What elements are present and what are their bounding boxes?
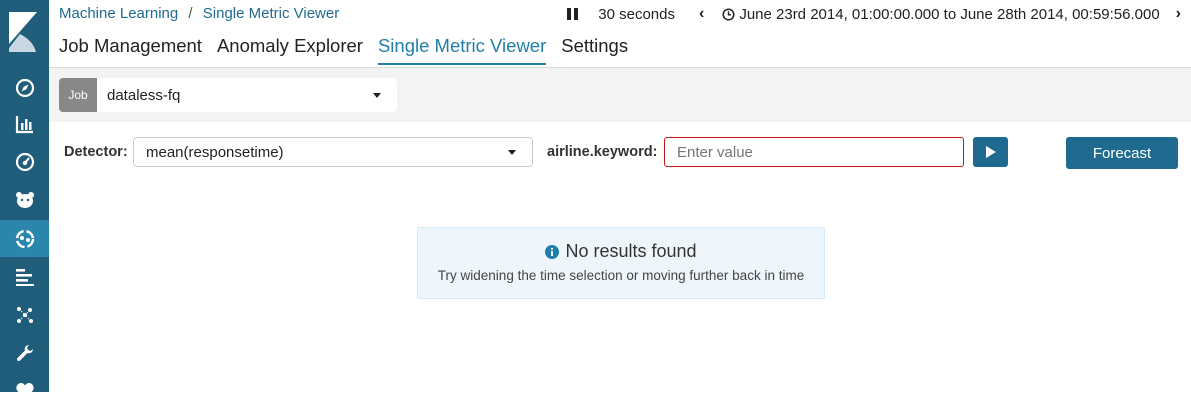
caret-down-icon bbox=[508, 149, 516, 155]
sidebar-item-dashboard[interactable] bbox=[0, 143, 49, 180]
breadcrumb-separator: / bbox=[188, 5, 193, 22]
graph-icon bbox=[16, 306, 33, 323]
job-selected-value: dataless-fq bbox=[107, 86, 181, 104]
detector-label: Detector: bbox=[64, 144, 128, 160]
sidebar-item-visualize[interactable] bbox=[0, 105, 49, 142]
side-navigation bbox=[0, 0, 49, 399]
sidebar-item-monitoring[interactable] bbox=[0, 372, 49, 409]
kibana-logo[interactable] bbox=[0, 0, 49, 68]
job-tag: Job bbox=[59, 78, 97, 112]
no-results-title-row: No results found bbox=[418, 241, 824, 262]
pause-icon[interactable] bbox=[567, 8, 579, 20]
tab-anomaly-explorer[interactable]: Anomaly Explorer bbox=[217, 34, 363, 65]
tab-settings[interactable]: Settings bbox=[561, 34, 628, 65]
apm-icon bbox=[15, 268, 34, 286]
time-range[interactable]: June 23rd 2014, 01:00:00.000 to June 28t… bbox=[739, 6, 1159, 23]
machine-learning-icon bbox=[15, 229, 34, 248]
refresh-interval[interactable]: 30 seconds bbox=[598, 6, 675, 23]
time-picker-bar: 30 seconds ‹ June 23rd 2014, 01:00:00.00… bbox=[567, 4, 1191, 24]
bear-icon bbox=[15, 191, 34, 208]
heartbeat-icon bbox=[15, 382, 34, 399]
top-header: Machine Learning / Single Metric Viewer … bbox=[49, 0, 1191, 68]
kibana-logo-icon bbox=[9, 12, 37, 52]
breadcrumb-link-machine-learning[interactable]: Machine Learning bbox=[59, 5, 178, 22]
entity-value-input[interactable] bbox=[664, 137, 964, 167]
sidebar-item-apm[interactable] bbox=[0, 258, 49, 295]
chevron-left-icon[interactable]: ‹ bbox=[699, 5, 704, 23]
caret-down-icon bbox=[373, 92, 381, 98]
breadcrumb-current[interactable]: Single Metric Viewer bbox=[203, 5, 339, 22]
sidebar-item-discover[interactable] bbox=[0, 69, 49, 106]
bar-chart-icon bbox=[15, 115, 33, 133]
breadcrumb: Machine Learning / Single Metric Viewer bbox=[59, 5, 339, 22]
detector-select[interactable]: mean(responsetime) bbox=[133, 137, 533, 167]
sidebar-item-machine-learning[interactable] bbox=[0, 220, 49, 257]
no-results-title: No results found bbox=[565, 241, 697, 261]
no-results-callout: No results found Try widening the time s… bbox=[417, 227, 825, 299]
play-icon bbox=[986, 146, 996, 158]
apply-button[interactable] bbox=[973, 137, 1008, 167]
tab-bar: Job Management Anomaly Explorer Single M… bbox=[59, 34, 643, 66]
gauge-icon bbox=[15, 152, 34, 171]
no-results-message: Try widening the time selection or movin… bbox=[437, 268, 805, 283]
sidebar-item-dev-tools[interactable] bbox=[0, 334, 49, 371]
entity-label: airline.keyword: bbox=[547, 144, 658, 160]
forecast-button[interactable]: Forecast bbox=[1066, 137, 1178, 169]
job-selection-bar: Job dataless-fq bbox=[49, 68, 1191, 122]
clock-icon bbox=[722, 7, 735, 21]
job-selector[interactable]: Job dataless-fq bbox=[59, 78, 397, 112]
controls-row: Detector: mean(responsetime) airline.key… bbox=[49, 136, 1191, 169]
info-icon bbox=[545, 244, 560, 259]
chevron-right-icon[interactable]: › bbox=[1176, 5, 1181, 23]
detector-value: mean(responsetime) bbox=[146, 143, 284, 161]
compass-icon bbox=[15, 78, 34, 97]
sidebar-item-graph[interactable] bbox=[0, 296, 49, 333]
wrench-icon bbox=[16, 344, 33, 361]
tab-single-metric-viewer[interactable]: Single Metric Viewer bbox=[377, 34, 547, 65]
tab-job-management[interactable]: Job Management bbox=[59, 34, 202, 65]
sidebar-item-timelion[interactable] bbox=[0, 181, 49, 218]
